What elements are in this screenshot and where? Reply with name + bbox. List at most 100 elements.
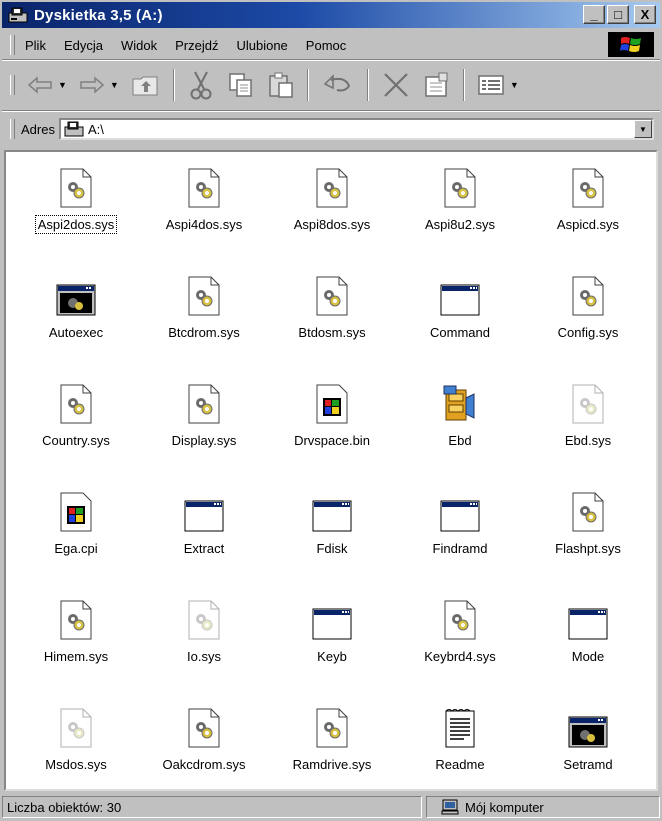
file-name: Aspi8u2.sys: [424, 217, 496, 232]
file-item[interactable]: Country.sys: [12, 376, 140, 484]
address-grip[interactable]: [10, 119, 15, 139]
maximize-button[interactable]: □: [607, 5, 629, 24]
delete-button[interactable]: [375, 65, 417, 105]
forward-arrow-icon: [80, 76, 105, 94]
file-item[interactable]: Mode: [524, 592, 652, 700]
forward-button[interactable]: ▼: [73, 65, 125, 105]
file-item[interactable]: Io.sys: [140, 592, 268, 700]
close-icon: X: [640, 7, 650, 22]
title-bar[interactable]: Dyskietka 3,5 (A:) _ □ X: [2, 2, 660, 28]
copy-button[interactable]: [221, 65, 261, 105]
file-item[interactable]: Findramd: [396, 484, 524, 592]
close-button[interactable]: X: [634, 5, 656, 24]
file-item[interactable]: Keybrd4.sys: [396, 592, 524, 700]
file-name: Autoexec: [48, 325, 104, 340]
chevron-down-icon: ▼: [639, 124, 647, 134]
up-folder-icon: [132, 76, 158, 96]
system-file-icon: [568, 272, 608, 316]
windows-file-icon: [312, 380, 352, 424]
chevron-down-icon[interactable]: ▼: [110, 80, 119, 90]
toolbar-grip[interactable]: [10, 75, 15, 95]
file-name: Mode: [571, 649, 605, 664]
file-item[interactable]: Oakcdrom.sys: [140, 700, 268, 789]
file-item[interactable]: Drvspace.bin: [268, 376, 396, 484]
file-item[interactable]: Btdosm.sys: [268, 268, 396, 376]
file-item[interactable]: Aspi8u2.sys: [396, 160, 524, 268]
chevron-down-icon[interactable]: ▼: [510, 80, 519, 90]
toolbar-separator: [306, 69, 309, 101]
file-name: Aspi4dos.sys: [165, 217, 243, 232]
menu-ulubione[interactable]: Ulubione: [227, 38, 296, 53]
file-item[interactable]: Display.sys: [140, 376, 268, 484]
menu-pomoc[interactable]: Pomoc: [297, 38, 355, 53]
ms-dos-program-icon: [440, 272, 480, 316]
system-file-icon: [56, 380, 96, 424]
file-item[interactable]: Ega.cpi: [12, 484, 140, 592]
file-item[interactable]: Setramd: [524, 700, 652, 789]
file-view[interactable]: Aspi2dos.sys Aspi4dos.sys Aspi8dos.sys Aspi…: [4, 150, 658, 791]
file-item[interactable]: Flashpt.sys: [524, 484, 652, 592]
back-button[interactable]: ▼: [21, 65, 73, 105]
up-button[interactable]: [125, 65, 167, 105]
file-name: Aspi8dos.sys: [293, 217, 371, 232]
cut-icon: [190, 71, 212, 100]
file-item[interactable]: Aspicd.sys: [524, 160, 652, 268]
paste-icon: [269, 72, 293, 98]
file-item[interactable]: Aspi4dos.sys: [140, 160, 268, 268]
properties-button[interactable]: [417, 65, 457, 105]
file-item[interactable]: Ramdrive.sys: [268, 700, 396, 789]
file-item[interactable]: Keyb: [268, 592, 396, 700]
cut-button[interactable]: [181, 65, 221, 105]
file-name: Io.sys: [187, 649, 221, 664]
file-item[interactable]: Fdisk: [268, 484, 396, 592]
file-name: Ramdrive.sys: [292, 757, 372, 772]
batch-file-icon: [56, 272, 96, 316]
explorer-window: Dyskietka 3,5 (A:) _ □ X Plik Edycja Wid…: [0, 0, 662, 821]
minimize-button[interactable]: _: [583, 5, 605, 24]
file-name: Btdosm.sys: [298, 325, 366, 340]
undo-button[interactable]: [315, 65, 361, 105]
copy-icon: [229, 73, 252, 97]
file-item[interactable]: Extract: [140, 484, 268, 592]
file-item[interactable]: Btcdrom.sys: [140, 268, 268, 376]
address-dropdown-button[interactable]: ▼: [634, 120, 652, 138]
computer-icon: [441, 799, 459, 815]
file-name: Ebd.sys: [564, 433, 612, 448]
ms-dos-program-icon: [568, 596, 608, 640]
status-bar: Liczba obiektów: 30 Mój komputer: [2, 794, 660, 820]
file-name: Aspi2dos.sys: [34, 215, 118, 234]
paste-button[interactable]: [261, 65, 301, 105]
file-item[interactable]: Aspi2dos.sys: [12, 160, 140, 268]
views-button[interactable]: ▼: [471, 65, 525, 105]
delete-icon: [384, 73, 408, 97]
file-name: Command: [430, 325, 490, 340]
menu-plik[interactable]: Plik: [21, 38, 55, 53]
address-input[interactable]: A:\ ▼: [58, 118, 654, 140]
status-zone-label: Mój komputer: [465, 799, 544, 815]
menu-widok[interactable]: Widok: [112, 38, 166, 53]
toolbar-separator: [366, 69, 369, 101]
file-item[interactable]: Msdos.sys: [12, 700, 140, 789]
system-file-icon: [312, 704, 352, 748]
ms-dos-program-icon: [312, 596, 352, 640]
file-item[interactable]: Ebd.sys: [524, 376, 652, 484]
file-item[interactable]: Himem.sys: [12, 592, 140, 700]
file-item[interactable]: Aspi8dos.sys: [268, 160, 396, 268]
views-icon: [478, 75, 504, 95]
system-file-icon: [312, 272, 352, 316]
system-file-icon: [56, 596, 96, 640]
ms-dos-program-icon: [312, 488, 352, 532]
menu-grip[interactable]: [10, 35, 15, 55]
file-item[interactable]: Autoexec: [12, 268, 140, 376]
menu-edycja[interactable]: Edycja: [55, 38, 112, 53]
hidden-system-file-icon: [568, 380, 608, 424]
toolbar-separator: [172, 69, 175, 101]
file-item[interactable]: Config.sys: [524, 268, 652, 376]
file-item[interactable]: Readme: [396, 700, 524, 789]
file-item[interactable]: Command: [396, 268, 524, 376]
chevron-down-icon[interactable]: ▼: [58, 80, 67, 90]
file-name: Display.sys: [171, 433, 237, 448]
menu-przejdz[interactable]: Przejdź: [166, 38, 227, 53]
toolbar: ▼ ▼ ▼: [2, 62, 660, 108]
file-item[interactable]: Ebd: [396, 376, 524, 484]
